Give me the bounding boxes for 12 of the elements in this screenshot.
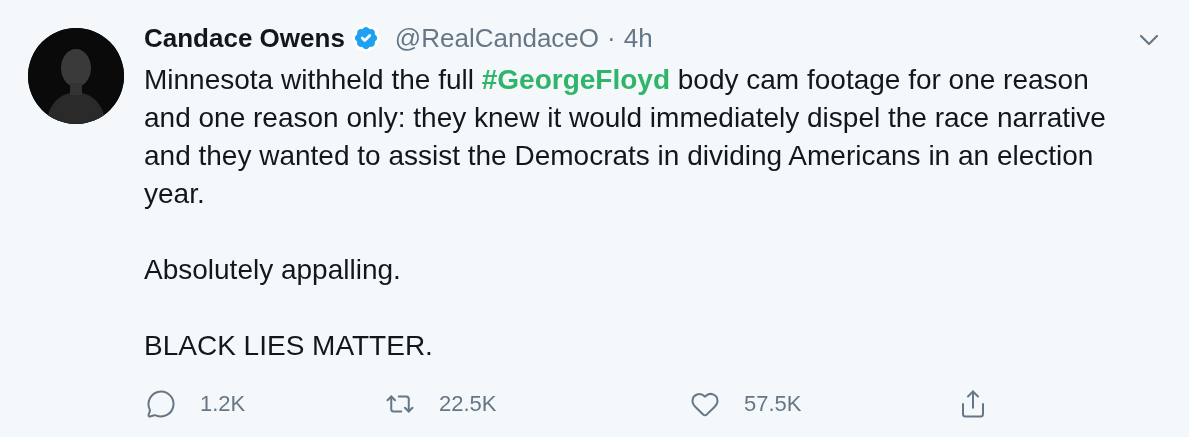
tweet-time[interactable]: 4h: [623, 18, 653, 58]
hashtag-link[interactable]: #GeorgeFloyd: [481, 64, 670, 95]
reply-icon[interactable]: [146, 388, 176, 419]
tweet-text: BLACK LIES MATTER.: [144, 329, 434, 363]
separator: ·: [607, 21, 616, 55]
author-handle[interactable]: @RealCandaceO: [394, 18, 600, 58]
reply-count: 1.2K: [200, 390, 246, 418]
tweet-text: Absolutely appalling.: [144, 253, 402, 287]
retweet-count: 22.5K: [439, 390, 497, 418]
like-count: 57.5K: [744, 390, 802, 418]
author-name[interactable]: Candace Owens: [144, 18, 345, 58]
tweet-text: Minnesota withheld the full #GeorgeFloyd body cam footage for one reason and one reason only: they knew it would immediately dispel the race narrative and they wanted to assist the Democrats in dividing Americans in an election year.: [144, 63, 1107, 211]
